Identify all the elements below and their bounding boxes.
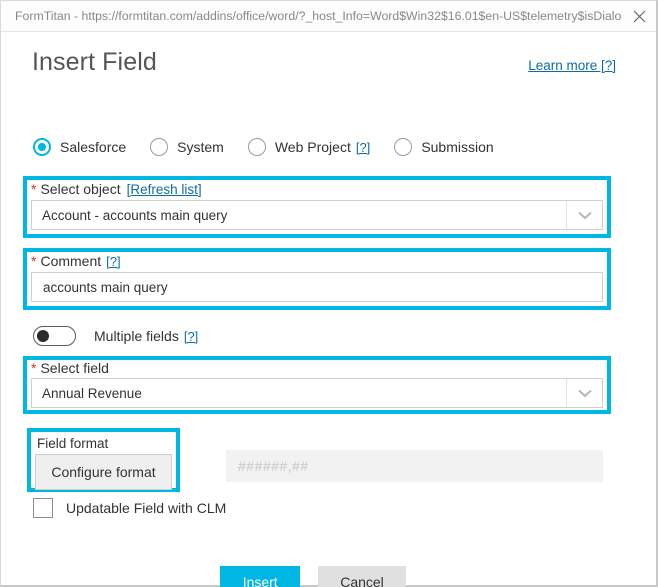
chevron-down-icon[interactable] — [566, 379, 602, 407]
select-field-label: Select field — [40, 360, 109, 376]
window-title: FormTitan - https://formtitan.com/addins… — [15, 9, 622, 23]
radio-submission[interactable]: Submission — [394, 138, 494, 156]
footer-actions: Insert Cancel — [1, 566, 625, 587]
select-object-group: * Select object [Refresh list] Account -… — [23, 176, 611, 238]
radio-label-web-project: Web Project — [274, 139, 351, 155]
select-object-dropdown[interactable]: Account - accounts main query — [31, 200, 603, 230]
format-preview-placeholder: ######,## — [238, 458, 309, 474]
refresh-list-link[interactable]: [Refresh list] — [127, 182, 202, 197]
radio-system[interactable]: System — [150, 138, 224, 156]
required-indicator: * — [31, 181, 37, 197]
comment-label: Comment — [40, 253, 102, 269]
field-format-label: Field format — [35, 436, 113, 451]
required-indicator: * — [31, 253, 37, 269]
multiple-fields-toggle[interactable] — [33, 326, 76, 346]
radio-label-salesforce: Salesforce — [60, 139, 127, 155]
configure-format-button[interactable]: Configure format — [35, 454, 172, 490]
radio-icon — [394, 138, 413, 156]
select-field-group: * Select field Annual Revenue — [23, 356, 611, 414]
required-indicator: * — [31, 360, 37, 376]
insert-button[interactable]: Insert — [220, 566, 301, 587]
radio-icon — [150, 138, 169, 156]
comment-input[interactable]: accounts main query — [31, 272, 603, 302]
web-project-help-link[interactable]: [?] — [356, 140, 370, 155]
radio-label-submission: Submission — [421, 139, 494, 155]
select-field-label-row: * Select field — [31, 360, 607, 376]
toggle-knob — [36, 329, 49, 342]
comment-help-link[interactable]: [?] — [106, 254, 120, 269]
header: Insert Field Learn more [?] — [32, 48, 616, 77]
select-field-dropdown[interactable]: Annual Revenue — [31, 378, 603, 408]
select-field-value: Annual Revenue — [42, 385, 142, 401]
select-object-label: Select object — [40, 181, 121, 197]
updatable-field-label: Updatable Field with CLM — [66, 500, 227, 516]
multiple-fields-help-link[interactable]: [?] — [184, 329, 198, 344]
page-title: Insert Field — [32, 48, 157, 76]
format-preview-input[interactable]: ######,## — [226, 450, 603, 482]
multiple-fields-label: Multiple fields — [94, 328, 179, 344]
field-format-group: Field format Configure format — [27, 428, 180, 492]
learn-more-link[interactable]: Learn more [?] — [528, 58, 616, 73]
close-icon[interactable] — [622, 1, 656, 31]
radio-web-project[interactable]: Web Project [?] — [247, 138, 370, 156]
updatable-field-checkbox-row[interactable]: Updatable Field with CLM — [33, 498, 226, 518]
dialog-content: Insert Field Learn more [?] Salesforce S… — [1, 32, 656, 587]
comment-label-row: * Comment [?] — [31, 253, 607, 269]
radio-icon-selected — [33, 138, 51, 156]
radio-label-system: System — [177, 139, 224, 155]
radio-salesforce[interactable]: Salesforce — [33, 138, 126, 156]
chevron-down-icon[interactable] — [566, 201, 602, 229]
cancel-button[interactable]: Cancel — [318, 566, 406, 587]
checkbox-icon[interactable] — [33, 498, 53, 518]
source-type-radio-group: Salesforce System Web Project [?] Submis… — [33, 138, 518, 156]
title-bar: FormTitan - https://formtitan.com/addins… — [1, 1, 656, 32]
multiple-fields-row: Multiple fields [?] — [33, 326, 198, 346]
select-object-value: Account - accounts main query — [42, 207, 228, 223]
dialog-window: FormTitan - https://formtitan.com/addins… — [0, 0, 658, 587]
radio-icon — [247, 138, 266, 156]
select-object-label-row: * Select object [Refresh list] — [31, 181, 607, 197]
comment-group: * Comment [?] accounts main query — [23, 248, 611, 310]
comment-value: accounts main query — [43, 279, 168, 295]
